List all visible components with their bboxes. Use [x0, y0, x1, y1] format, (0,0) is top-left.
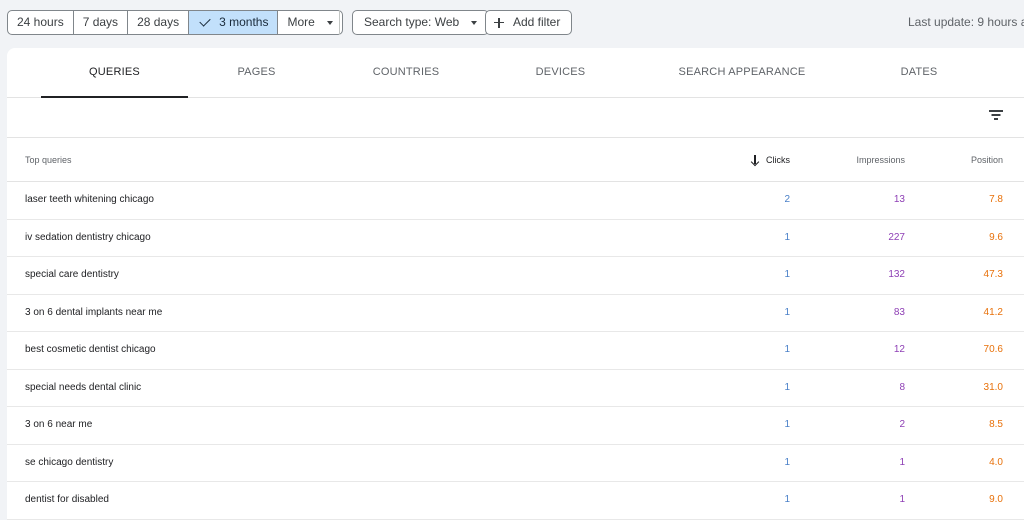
tab-countries[interactable]: COUNTRIES — [325, 48, 487, 98]
dropdown-caret-icon — [471, 20, 478, 25]
range-label: 3 months — [219, 15, 269, 29]
position-cell: 70.6 — [983, 344, 1003, 355]
clicks-cell: 1 — [784, 494, 790, 505]
range-label: 28 days — [137, 15, 180, 29]
impressions-cell: 1 — [899, 456, 905, 468]
clicks-cell: 1 — [784, 231, 790, 243]
table-row[interactable]: special care dentistry 1 132 47.3 — [7, 257, 1024, 295]
position-cell: 9.6 — [989, 231, 1003, 243]
header-position[interactable]: Position — [971, 138, 1003, 182]
position-cell: 47.3 — [983, 269, 1003, 280]
add-filter-button[interactable]: Add filter — [485, 10, 573, 35]
query-cell: dentist for disabled — [25, 494, 109, 505]
impressions-cell: 1 — [899, 494, 905, 505]
last-update-text: Last update: 9 hours ago — [908, 15, 1024, 29]
performance-table-card: QUERIES PAGES COUNTRIES DEVICES SEARCH A… — [7, 48, 1024, 520]
query-cell: laser teeth whitening chicago — [25, 194, 154, 205]
range-3-months[interactable]: 3 months — [189, 11, 279, 34]
tab-pages[interactable]: PAGES — [188, 48, 325, 98]
range-label: 7 days — [82, 15, 119, 29]
query-cell: 3 on 6 near me — [25, 419, 93, 430]
tab-dates[interactable]: DATES — [850, 48, 988, 98]
impressions-cell: 8 — [899, 381, 905, 393]
search-type-button[interactable]: Search type: Web — [352, 10, 490, 35]
toolbar-divider — [339, 10, 340, 35]
tab-label: DEVICES — [535, 66, 586, 78]
range-more-dropdown[interactable]: More — [278, 11, 341, 34]
range-7-days[interactable]: 7 days — [74, 11, 129, 34]
impressions-cell: 13 — [893, 194, 905, 205]
table-filter-bar — [7, 98, 1024, 138]
query-cell: special needs dental clinic — [25, 381, 142, 393]
table-row[interactable]: dentist for disabled 1 1 9.0 — [7, 482, 1024, 520]
search-type-label: Search type: Web — [364, 15, 460, 29]
clicks-cell: 1 — [784, 344, 790, 355]
header-clicks[interactable]: Clicks — [751, 138, 790, 182]
position-cell: 41.2 — [983, 306, 1003, 318]
table-row[interactable]: special needs dental clinic 1 8 31.0 — [7, 370, 1024, 407]
tab-label: SEARCH APPEARANCE — [678, 66, 806, 78]
dimension-tabs: QUERIES PAGES COUNTRIES DEVICES SEARCH A… — [7, 48, 1024, 98]
clicks-cell: 1 — [784, 419, 790, 430]
clicks-cell: 1 — [784, 306, 790, 318]
check-icon — [199, 15, 211, 27]
tab-label: COUNTRIES — [372, 66, 440, 78]
range-label: More — [287, 15, 315, 29]
query-cell: 3 on 6 dental implants near me — [25, 306, 163, 318]
tab-queries[interactable]: QUERIES — [41, 48, 188, 98]
filter-list-icon[interactable] — [989, 109, 1003, 121]
query-cell: special care dentistry — [25, 269, 119, 280]
tab-label: QUERIES — [89, 66, 140, 78]
tab-devices[interactable]: DEVICES — [487, 48, 634, 98]
header-impressions[interactable]: Impressions — [856, 138, 905, 182]
plus-icon — [494, 17, 504, 28]
date-range-selector: 24 hours 7 days 28 days 3 months More — [7, 10, 343, 35]
header-clicks-label: Clicks — [766, 155, 790, 165]
table-row[interactable]: se chicago dentistry 1 1 4.0 — [7, 445, 1024, 482]
table-row[interactable]: best cosmetic dentist chicago 1 12 70.6 — [7, 332, 1024, 370]
clicks-cell: 1 — [784, 269, 790, 280]
toolbar: 24 hours 7 days 28 days 3 months More Se… — [0, 0, 1024, 44]
add-filter-label: Add filter — [513, 15, 561, 29]
query-cell: best cosmetic dentist chicago — [25, 344, 156, 355]
table-header: Top queries Clicks Impressions Position — [7, 138, 1024, 182]
tab-label: PAGES — [237, 66, 276, 78]
range-24-hours[interactable]: 24 hours — [8, 11, 74, 34]
header-top-queries[interactable]: Top queries — [25, 138, 72, 182]
impressions-cell: 227 — [888, 231, 905, 243]
range-28-days[interactable]: 28 days — [128, 11, 190, 34]
table-row[interactable]: iv sedation dentistry chicago 1 227 9.6 — [7, 220, 1024, 257]
query-cell: se chicago dentistry — [25, 456, 114, 468]
impressions-cell: 132 — [888, 269, 905, 280]
tab-search-appearance[interactable]: SEARCH APPEARANCE — [634, 48, 850, 98]
impressions-cell: 12 — [893, 344, 905, 355]
position-cell: 4.0 — [989, 456, 1003, 468]
position-cell: 7.8 — [989, 194, 1003, 205]
table-row[interactable]: 3 on 6 dental implants near me 1 83 41.2 — [7, 295, 1024, 332]
position-cell: 8.5 — [989, 419, 1003, 430]
table-row[interactable]: laser teeth whitening chicago 2 13 7.8 — [7, 182, 1024, 220]
impressions-cell: 2 — [899, 419, 905, 430]
clicks-cell: 1 — [784, 456, 790, 468]
position-cell: 9.0 — [989, 494, 1003, 505]
clicks-cell: 1 — [784, 381, 790, 393]
range-label: 24 hours — [17, 15, 64, 29]
clicks-cell: 2 — [784, 194, 790, 205]
table-row[interactable]: 3 on 6 near me 1 2 8.5 — [7, 407, 1024, 445]
position-cell: 31.0 — [983, 381, 1003, 393]
query-cell: iv sedation dentistry chicago — [25, 231, 151, 243]
tab-label: DATES — [900, 66, 938, 78]
dropdown-caret-icon — [326, 20, 333, 25]
impressions-cell: 83 — [893, 306, 905, 318]
table-body: laser teeth whitening chicago 2 13 7.8 i… — [7, 182, 1024, 520]
arrow-down-icon — [751, 155, 759, 165]
